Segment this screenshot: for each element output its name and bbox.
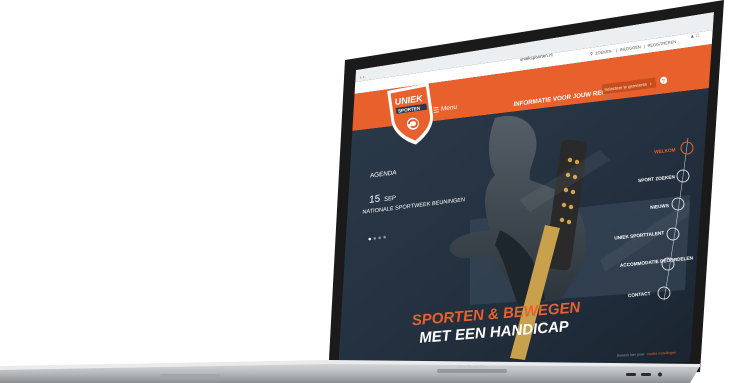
laptop-illustration: uniekspoorten.nl ‹ › ▲ □ ⚲ ZOEKEN | INLO…	[0, 0, 724, 383]
agenda-day: 15	[368, 193, 381, 205]
menu-icon[interactable]: ☰	[433, 107, 440, 115]
laptop-mockup: uniekspoorten.nl ‹ › ▲ □ ⚲ ZOEKEN | INLO…	[0, 0, 729, 383]
laptop-model-label: MacBook Pro	[458, 365, 488, 371]
laptop-hinge-notch	[160, 374, 220, 378]
website-screen: uniekspoorten.nl ‹ › ▲ □ ⚲ ZOEKEN | INLO…	[338, 12, 714, 370]
